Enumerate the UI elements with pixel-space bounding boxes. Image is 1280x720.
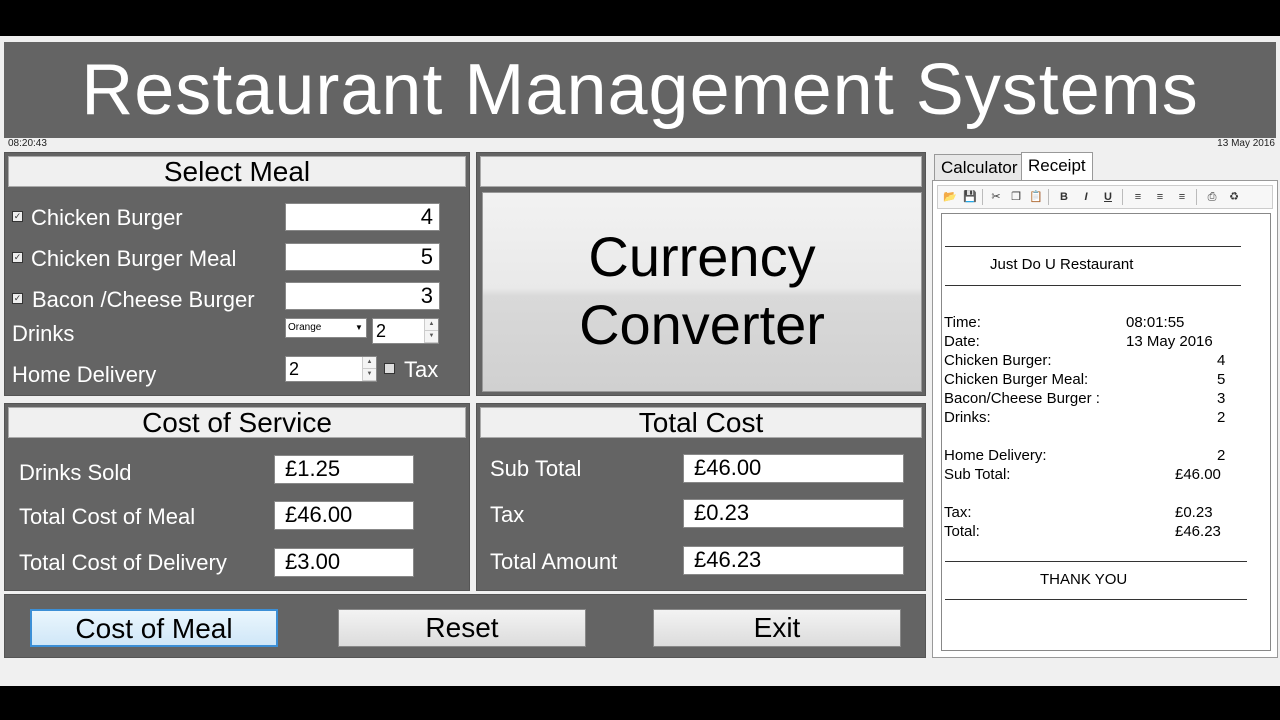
app-title: Restaurant Management Systems	[4, 42, 1276, 138]
receipt-row-label: Date:	[944, 333, 980, 350]
currency-heading	[480, 156, 922, 187]
reset-button[interactable]: Reset	[338, 609, 586, 647]
currency-converter-line2: Converter	[579, 293, 825, 356]
receipt-row-label: Tax:	[944, 504, 972, 521]
chicken-burger-qty-input[interactable]: 4	[285, 203, 440, 231]
tax-label: Tax	[404, 357, 439, 382]
receipt-toolbar: 📂 💾 ✂ ❐ 📋 B I U ≡ ≡ ≡ ⎙ ♻	[937, 185, 1273, 209]
clock-date: 13 May 2016	[1217, 138, 1275, 149]
bacon-cheese-burger-qty-input[interactable]: 3	[285, 282, 440, 310]
receipt-row-label: Chicken Burger Meal:	[944, 371, 1089, 388]
align-center-icon[interactable]: ≡	[1152, 189, 1168, 205]
total-cost-panel: Total Cost Sub Total £46.00 Tax £0.23 To…	[476, 403, 926, 591]
cost-of-meal-button[interactable]: Cost of Meal	[30, 609, 278, 647]
total-cost-of-meal-label: Total Cost of Meal	[19, 504, 196, 529]
chicken-burger-meal-label: Chicken Burger Meal	[31, 246, 237, 271]
receipt-row-label: Sub Total:	[944, 466, 1011, 483]
sub-total-label: Sub Total	[490, 456, 582, 481]
chicken-burger-meal-checkbox[interactable]: ✓	[12, 252, 23, 263]
open-icon[interactable]: 📂	[942, 189, 958, 205]
bacon-cheese-burger-checkbox[interactable]: ✓	[12, 293, 23, 304]
receipt-row-value: 5	[1217, 371, 1226, 388]
delivery-qty-stepper[interactable]: 2 ▲ ▼	[285, 356, 377, 382]
select-meal-heading: Select Meal	[8, 156, 466, 187]
bacon-cheese-burger-label: Bacon /Cheese Burger	[32, 287, 255, 312]
receipt-restaurant-name: Just Do U Restaurant	[990, 256, 1134, 273]
receipt-row-value: £46.23	[1175, 523, 1221, 540]
print-icon[interactable]: ⎙	[1204, 189, 1220, 205]
drinks-label: Drinks	[12, 321, 75, 346]
receipt-row-label: Total:	[944, 523, 980, 540]
receipt-row-value: 3	[1217, 390, 1226, 407]
save-icon[interactable]: 💾	[962, 189, 978, 205]
drinks-qty-stepper[interactable]: 2 ▲ ▼	[372, 318, 439, 344]
chevron-down-icon[interactable]: ▼	[352, 319, 366, 337]
tab-calculator[interactable]: Calculator	[934, 154, 1025, 180]
receipt-row-value: 13 May 2016	[1126, 333, 1213, 350]
receipt-row-value: £46.00	[1175, 466, 1221, 483]
chicken-burger-label: Chicken Burger	[31, 205, 183, 230]
drinks-sold-label: Drinks Sold	[19, 460, 132, 485]
select-meal-panel: Select Meal ✓ Chicken Burger 4 ✓ Chicken…	[4, 152, 470, 396]
italic-icon[interactable]: I	[1078, 189, 1094, 205]
receipt-row-value: £0.23	[1175, 504, 1213, 521]
cost-of-service-panel: Cost of Service Drinks Sold £1.25 Total …	[4, 403, 470, 591]
delivery-qty-value: 2	[289, 359, 300, 379]
sub-total-value[interactable]: £46.00	[683, 454, 904, 483]
spin-up-icon[interactable]: ▲	[425, 319, 438, 331]
receipt-footer: THANK YOU	[1040, 571, 1128, 588]
spin-up-icon[interactable]: ▲	[363, 357, 376, 369]
receipt-row-label: Time:	[944, 314, 981, 331]
receipt-row-label: Bacon/Cheese Burger :	[944, 390, 1100, 407]
tab-control: Calculator Receipt 📂 💾 ✂ ❐ 📋 B I U ≡ ≡ ≡…	[932, 152, 1278, 658]
currency-converter-button[interactable]: Currency Converter	[482, 192, 922, 392]
chicken-burger-checkbox[interactable]: ✓	[12, 211, 23, 222]
total-cost-heading: Total Cost	[480, 407, 922, 438]
clear-icon[interactable]: ♻	[1226, 189, 1242, 205]
align-right-icon[interactable]: ≡	[1174, 189, 1190, 205]
receipt-row-value: 4	[1217, 352, 1226, 369]
total-amount-label: Total Amount	[490, 549, 618, 574]
receipt-row-label: Chicken Burger:	[944, 352, 1052, 369]
spin-down-icon[interactable]: ▼	[425, 331, 438, 343]
drinks-select-value: Orange	[288, 322, 322, 333]
spin-down-icon[interactable]: ▼	[363, 369, 376, 381]
drinks-select[interactable]: Orange ▼	[285, 318, 367, 338]
tax-amount-value[interactable]: £0.23	[683, 499, 904, 528]
bold-icon[interactable]: B	[1056, 189, 1072, 205]
cost-of-service-heading: Cost of Service	[8, 407, 466, 438]
chicken-burger-meal-qty-input[interactable]: 5	[285, 243, 440, 271]
align-left-icon[interactable]: ≡	[1130, 189, 1146, 205]
paste-icon[interactable]: 📋	[1028, 189, 1044, 205]
total-cost-of-delivery-label: Total Cost of Delivery	[19, 550, 227, 575]
drinks-sold-value[interactable]: £1.25	[274, 455, 414, 484]
underline-icon[interactable]: U	[1100, 189, 1116, 205]
receipt-row-value: 2	[1217, 447, 1226, 464]
currency-panel: Currency Converter	[476, 152, 926, 396]
total-cost-of-meal-value[interactable]: £46.00	[274, 501, 414, 530]
tax-amount-label: Tax	[490, 502, 525, 527]
tax-checkbox[interactable]	[384, 363, 395, 374]
home-delivery-label: Home Delivery	[12, 362, 157, 387]
total-cost-of-delivery-value[interactable]: £3.00	[274, 548, 414, 577]
currency-converter-line1: Currency	[588, 225, 816, 288]
receipt-row-label: Drinks:	[944, 409, 991, 426]
exit-button[interactable]: Exit	[653, 609, 901, 647]
receipt-row-value: 2	[1217, 409, 1226, 426]
action-bar: Cost of Meal Reset Exit	[4, 594, 926, 658]
total-amount-value[interactable]: £46.23	[683, 546, 904, 575]
receipt-tab-body: 📂 💾 ✂ ❐ 📋 B I U ≡ ≡ ≡ ⎙ ♻ Just Do U Rest…	[932, 180, 1278, 658]
tab-receipt[interactable]: Receipt	[1021, 152, 1093, 182]
receipt-row-label: Home Delivery:	[944, 447, 1047, 464]
receipt-row-value: 08:01:55	[1126, 314, 1185, 331]
receipt-textbox[interactable]: Just Do U Restaurant Time: 08:01:55 Date…	[941, 213, 1271, 651]
clock-time: 08:20:43	[8, 138, 47, 149]
drinks-qty-value: 2	[376, 321, 387, 341]
app-window: Restaurant Management Systems 08:20:43 1…	[0, 36, 1280, 686]
cut-icon[interactable]: ✂	[988, 189, 1004, 205]
copy-icon[interactable]: ❐	[1008, 189, 1024, 205]
